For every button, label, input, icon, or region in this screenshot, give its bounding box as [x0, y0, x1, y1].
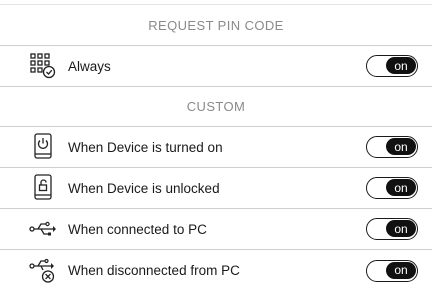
section-title: REQUEST PIN CODE — [148, 18, 284, 33]
toggle-state: on — [386, 261, 416, 279]
setting-label: When connected to PC — [68, 221, 207, 237]
toggle-device-turned-on[interactable]: on — [366, 136, 418, 158]
section-title: CUSTOM — [186, 99, 246, 114]
setting-row-device-unlocked[interactable]: When Device is unlocked on — [0, 168, 432, 209]
settings-list: REQUEST PIN CODE Always on CUSTOM When D… — [0, 6, 432, 291]
toggle-state: on — [386, 220, 416, 237]
device-unlock-icon — [28, 173, 58, 203]
section-header-custom: CUSTOM — [0, 87, 432, 127]
device-power-icon — [28, 132, 58, 162]
setting-label: When Device is turned on — [68, 139, 223, 155]
toggle-state: on — [386, 57, 416, 74]
toggle-device-unlocked[interactable]: on — [366, 177, 418, 199]
section-header-request-pin: REQUEST PIN CODE — [0, 6, 432, 46]
toggle-state: on — [386, 179, 416, 196]
setting-label: Always — [68, 58, 111, 74]
usb-disconnect-icon — [28, 256, 58, 286]
top-divider — [0, 4, 432, 5]
setting-row-connected-pc[interactable]: When connected to PC on — [0, 209, 432, 250]
toggle-disconnected-pc[interactable]: on — [366, 259, 418, 282]
setting-row-always[interactable]: Always on — [0, 46, 432, 87]
setting-label: When disconnected from PC — [68, 263, 240, 278]
setting-row-device-turned-on[interactable]: When Device is turned on on — [0, 127, 432, 168]
setting-label: When Device is unlocked — [68, 180, 220, 196]
toggle-always[interactable]: on — [366, 55, 418, 77]
toggle-connected-pc[interactable]: on — [366, 218, 418, 240]
setting-row-disconnected-pc[interactable]: When disconnected from PC on — [0, 250, 432, 291]
keypad-check-icon — [28, 51, 58, 81]
toggle-state: on — [386, 138, 416, 155]
usb-icon — [28, 214, 58, 244]
